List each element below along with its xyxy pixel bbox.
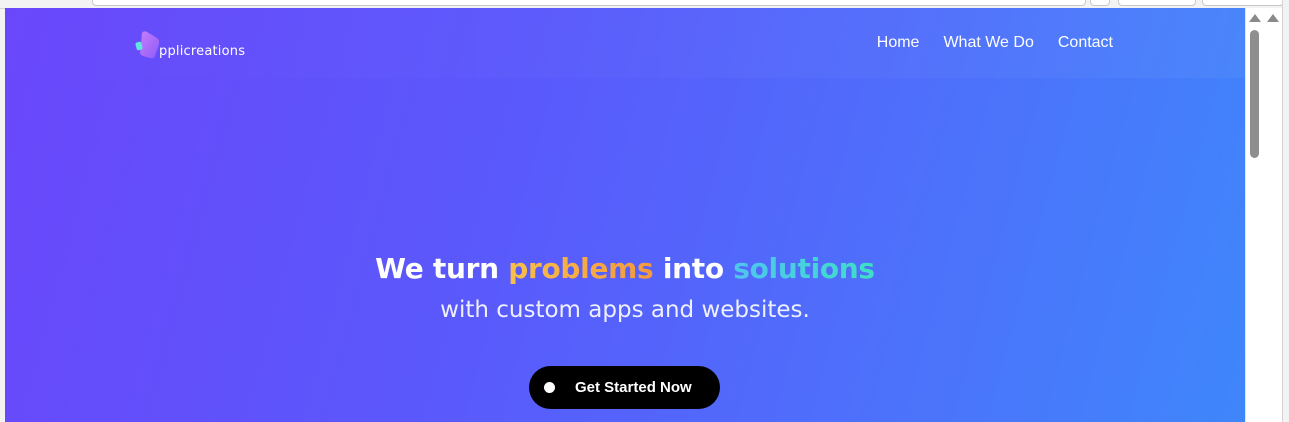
hero-title-problems: problems <box>508 252 654 285</box>
scroll-up-arrow-icon-2[interactable] <box>1267 14 1279 22</box>
site-header: pplicreations Home What We Do Contact <box>5 8 1245 78</box>
dot-icon <box>544 382 555 393</box>
toolbar-button-edge[interactable] <box>1090 0 1110 6</box>
get-started-button[interactable]: Get Started Now <box>529 366 720 409</box>
hero-subtitle: with custom apps and websites. <box>440 297 810 323</box>
hero-title-part2: into <box>653 252 734 285</box>
page-viewport: pplicreations Home What We Do Contact We… <box>5 8 1245 422</box>
get-started-label: Get Started Now <box>575 379 692 396</box>
nav-link-what-we-do[interactable]: What We Do <box>943 34 1033 52</box>
nav-link-home[interactable]: Home <box>877 34 920 52</box>
hero-title-solutions: solutions <box>733 252 875 285</box>
hero-title: We turn problems into solutions <box>5 252 1245 285</box>
logo-text: pplicreations <box>159 44 246 59</box>
scroll-up-arrow-icon[interactable] <box>1249 14 1261 22</box>
scroll-thumb[interactable] <box>1250 30 1259 158</box>
nav-link-contact[interactable]: Contact <box>1058 34 1113 52</box>
hero-section: We turn problems into solutions with cus… <box>5 252 1245 323</box>
site-logo[interactable]: pplicreations <box>135 28 245 60</box>
window-right-edge <box>1282 0 1289 422</box>
hero-title-part1: We turn <box>375 252 509 285</box>
logo-mark-icon <box>135 30 160 60</box>
toolbar-field-edge[interactable] <box>1118 0 1196 6</box>
address-bar-edge[interactable] <box>92 0 1086 6</box>
main-nav: Home What We Do Contact <box>877 34 1113 52</box>
toolbar-field-edge-2[interactable] <box>1202 0 1284 6</box>
